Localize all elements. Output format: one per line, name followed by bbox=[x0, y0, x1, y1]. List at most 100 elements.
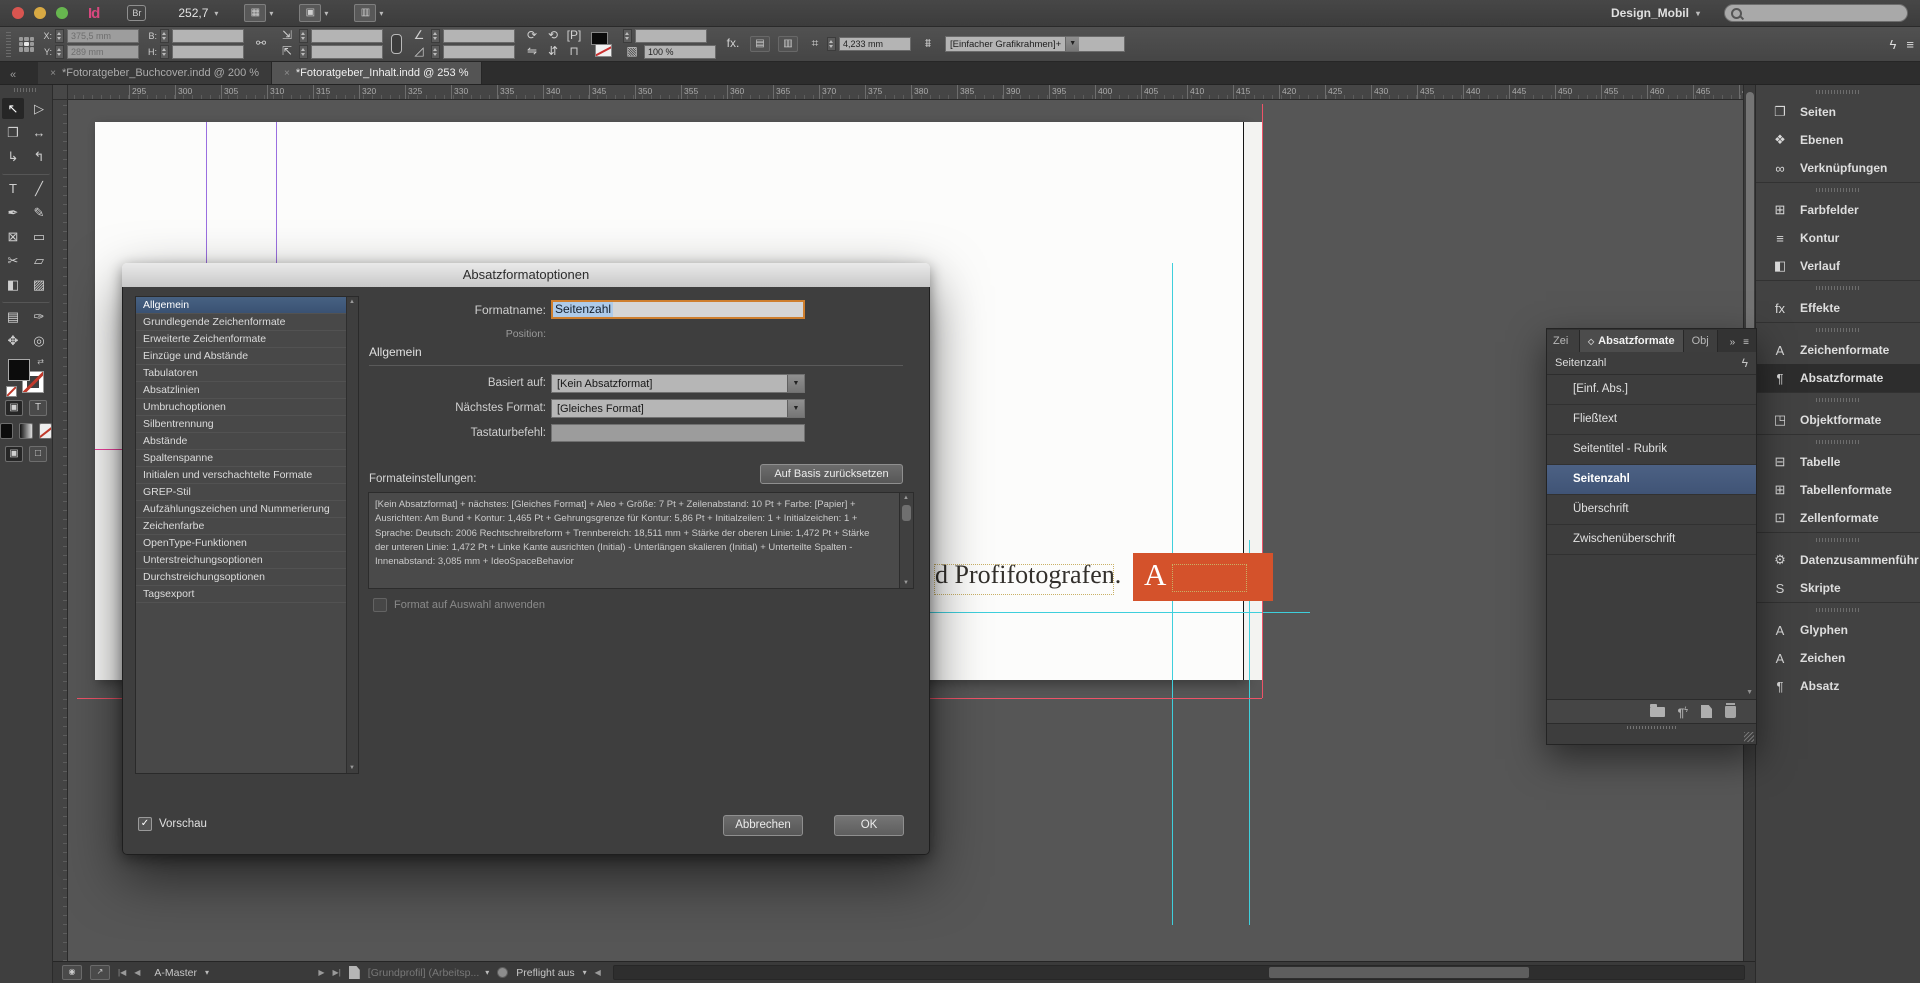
tab-objektformate[interactable]: Obj bbox=[1684, 330, 1718, 352]
collapse-panels-icon[interactable]: « bbox=[0, 69, 30, 84]
dock-item-zellenformate[interactable]: ⊡ Zellenformate bbox=[1756, 504, 1920, 532]
preview-mode-button[interactable]: □ bbox=[29, 446, 47, 462]
text-frame-outline[interactable] bbox=[934, 564, 1114, 595]
scroll-up-icon[interactable]: ▲ bbox=[349, 299, 355, 305]
settings-scrollbar-thumb[interactable] bbox=[902, 505, 911, 521]
scroll-down-icon[interactable]: ▼ bbox=[349, 765, 355, 771]
horizontal-ruler[interactable]: 2953003053103153203253303353403453503553… bbox=[68, 84, 1743, 100]
x-value-field[interactable]: 375,5 mm bbox=[67, 29, 139, 43]
dock-item-effekte[interactable]: fx Effekte bbox=[1756, 294, 1920, 322]
dock-separator[interactable] bbox=[1756, 532, 1920, 546]
doc-tab-buchcover[interactable]: × *Fotoratgeber_Buchcover.indd @ 200 % bbox=[38, 62, 272, 84]
scale-y-field[interactable] bbox=[311, 45, 383, 59]
reference-point-proxy[interactable] bbox=[19, 37, 34, 52]
pencil-tool[interactable]: ✎ bbox=[28, 202, 50, 223]
panel-resize-grip[interactable] bbox=[1744, 732, 1754, 742]
style-fliesstext[interactable]: Fließtext bbox=[1547, 405, 1756, 435]
zoom-tool[interactable]: ◎ bbox=[28, 330, 50, 351]
ok-button[interactable]: OK bbox=[834, 815, 904, 836]
dialog-section-aufzaehlungszeichen[interactable]: Aufzählungszeichen und Nummerierung bbox=[136, 501, 347, 518]
zoom-window-button[interactable] bbox=[56, 7, 68, 19]
eyedropper-tool[interactable]: ✑ bbox=[28, 306, 50, 327]
style-einf-abs[interactable]: [Einf. Abs.] bbox=[1547, 375, 1756, 405]
style-zwischenueberschrift[interactable]: Zwischenüberschrift bbox=[1547, 525, 1756, 555]
dialog-section-absatzlinien[interactable]: Absatzlinien bbox=[136, 382, 347, 399]
width-value-field[interactable] bbox=[172, 29, 244, 43]
gradient-feather-tool[interactable]: ▨ bbox=[28, 274, 50, 295]
gap-tool[interactable]: ↔ bbox=[28, 122, 50, 143]
arrange-documents-control[interactable]: ▥ ▾ bbox=[354, 4, 383, 22]
dock-item-objektformate[interactable]: ◳ Objektformate bbox=[1756, 406, 1920, 434]
line-tool[interactable]: ╱ bbox=[28, 178, 50, 199]
width-stepper[interactable] bbox=[160, 29, 169, 43]
scale-x-field[interactable] bbox=[311, 29, 383, 43]
rotate-ccw-icon[interactable]: ⟲ bbox=[544, 29, 562, 43]
column-guide[interactable] bbox=[276, 122, 277, 263]
apply-gradient-button[interactable] bbox=[19, 423, 32, 439]
formatting-affects-text-icon[interactable]: T bbox=[29, 400, 47, 416]
object-style-dropdown[interactable]: [Einfacher Grafikrahmen]+ ▼ bbox=[945, 36, 1125, 52]
dialog-section-zeichenfarbe[interactable]: Zeichenfarbe bbox=[136, 518, 347, 535]
close-tab-icon[interactable]: × bbox=[284, 68, 290, 79]
chevron-down-icon[interactable]: ▾ bbox=[583, 968, 587, 977]
pen-tool[interactable]: ✒ bbox=[2, 202, 24, 223]
x-stepper[interactable] bbox=[55, 29, 64, 43]
height-value-field[interactable] bbox=[172, 45, 244, 59]
dialog-section-einzuege-und-abstaende[interactable]: Einzüge und Abstände bbox=[136, 348, 347, 365]
panel-drag-strip[interactable] bbox=[1547, 723, 1756, 731]
y-stepper[interactable] bbox=[55, 45, 64, 59]
style-seitenzahl[interactable]: Seitenzahl bbox=[1547, 465, 1756, 495]
dialog-section-opentype-funktionen[interactable]: OpenType-Funktionen bbox=[136, 535, 347, 552]
apply-none-button[interactable] bbox=[39, 423, 52, 439]
dialog-section-allgemein[interactable]: Allgemein bbox=[136, 297, 347, 314]
last-page-icon[interactable]: ▶| bbox=[333, 968, 341, 977]
screen-mode-control[interactable]: ▣ ▾ bbox=[299, 4, 328, 22]
constrain-proportions-icon[interactable]: ⚯ bbox=[252, 37, 270, 51]
corner-options-icon[interactable]: ⌗ bbox=[806, 37, 824, 51]
dialog-section-initialen[interactable]: Initialen und verschachtelte Formate bbox=[136, 467, 347, 484]
new-style-group-icon[interactable] bbox=[1650, 707, 1665, 717]
y-value-field[interactable]: 289 mm bbox=[67, 45, 139, 59]
tab-absatzformate[interactable]: ◇ Absatzformate bbox=[1580, 330, 1684, 352]
apply-to-selection-checkbox[interactable] bbox=[373, 598, 387, 612]
scroll-up-icon[interactable]: ▲ bbox=[903, 495, 909, 501]
dialog-title[interactable]: Absatzformatoptionen bbox=[122, 263, 930, 288]
link-dimensions-icon[interactable] bbox=[391, 34, 402, 54]
rotate-cw-icon[interactable]: ⟳ bbox=[523, 29, 541, 43]
dialog-section-tabulatoren[interactable]: Tabulatoren bbox=[136, 365, 347, 382]
next-page-icon[interactable]: ▶ bbox=[318, 968, 324, 977]
quick-apply-icon[interactable]: ϟ bbox=[1890, 37, 1897, 52]
horizontal-scrollbar[interactable] bbox=[613, 965, 1745, 980]
scissors-tool[interactable]: ✂ bbox=[2, 250, 24, 271]
controlbar-grip[interactable] bbox=[6, 31, 11, 57]
fill-swatch[interactable] bbox=[8, 359, 30, 381]
close-tab-icon[interactable]: × bbox=[50, 68, 56, 79]
formatname-field[interactable]: Seitenzahl bbox=[551, 300, 805, 319]
flip-horizontal-icon[interactable]: ⇋ bbox=[523, 45, 541, 59]
based-on-dropdown[interactable]: [Kein Absatzformat] ▼ bbox=[551, 374, 805, 393]
dialog-section-unterstreichungsoptionen[interactable]: Unterstreichungsoptionen bbox=[136, 552, 347, 569]
text-wrap-on-icon[interactable]: ▥ bbox=[778, 36, 798, 52]
panel-menu-icon[interactable]: ≡ bbox=[1906, 37, 1914, 52]
scroll-left-icon[interactable]: ◀ bbox=[595, 968, 601, 977]
opacity-field[interactable]: 100 % bbox=[644, 45, 716, 59]
dock-item-farbfelder[interactable]: ⊞ Farbfelder bbox=[1756, 196, 1920, 224]
default-fill-stroke-icon[interactable] bbox=[6, 386, 17, 397]
normal-view-mode-button[interactable]: ▣ bbox=[5, 446, 23, 462]
settings-scrollbar[interactable]: ▲ ▼ bbox=[899, 493, 913, 588]
dock-separator[interactable] bbox=[1756, 84, 1920, 98]
dialog-section-grundlegende-zeichenformate[interactable]: Grundlegende Zeichenformate bbox=[136, 314, 347, 331]
section-list-scrollbar[interactable]: ▲ ▼ bbox=[346, 297, 358, 773]
stroke-weight-field[interactable] bbox=[635, 29, 707, 43]
previous-page-icon[interactable]: ◀ bbox=[134, 968, 140, 977]
dock-separator[interactable] bbox=[1756, 280, 1920, 294]
expand-panel-icon[interactable]: » bbox=[1730, 337, 1736, 348]
view-options-control[interactable]: ▦ ▾ bbox=[244, 4, 273, 22]
dock-item-skripte[interactable]: S Skripte bbox=[1756, 574, 1920, 602]
dock-item-datenzusammenfuehrung[interactable]: ⚙ Datenzusammenführ… bbox=[1756, 546, 1920, 574]
ruler-origin-corner[interactable] bbox=[52, 84, 68, 100]
shortcut-field[interactable] bbox=[551, 424, 805, 442]
dialog-section-abstaende[interactable]: Abstände bbox=[136, 433, 347, 450]
frame-tool[interactable]: ⊠ bbox=[2, 226, 24, 247]
dock-separator[interactable] bbox=[1756, 182, 1920, 196]
